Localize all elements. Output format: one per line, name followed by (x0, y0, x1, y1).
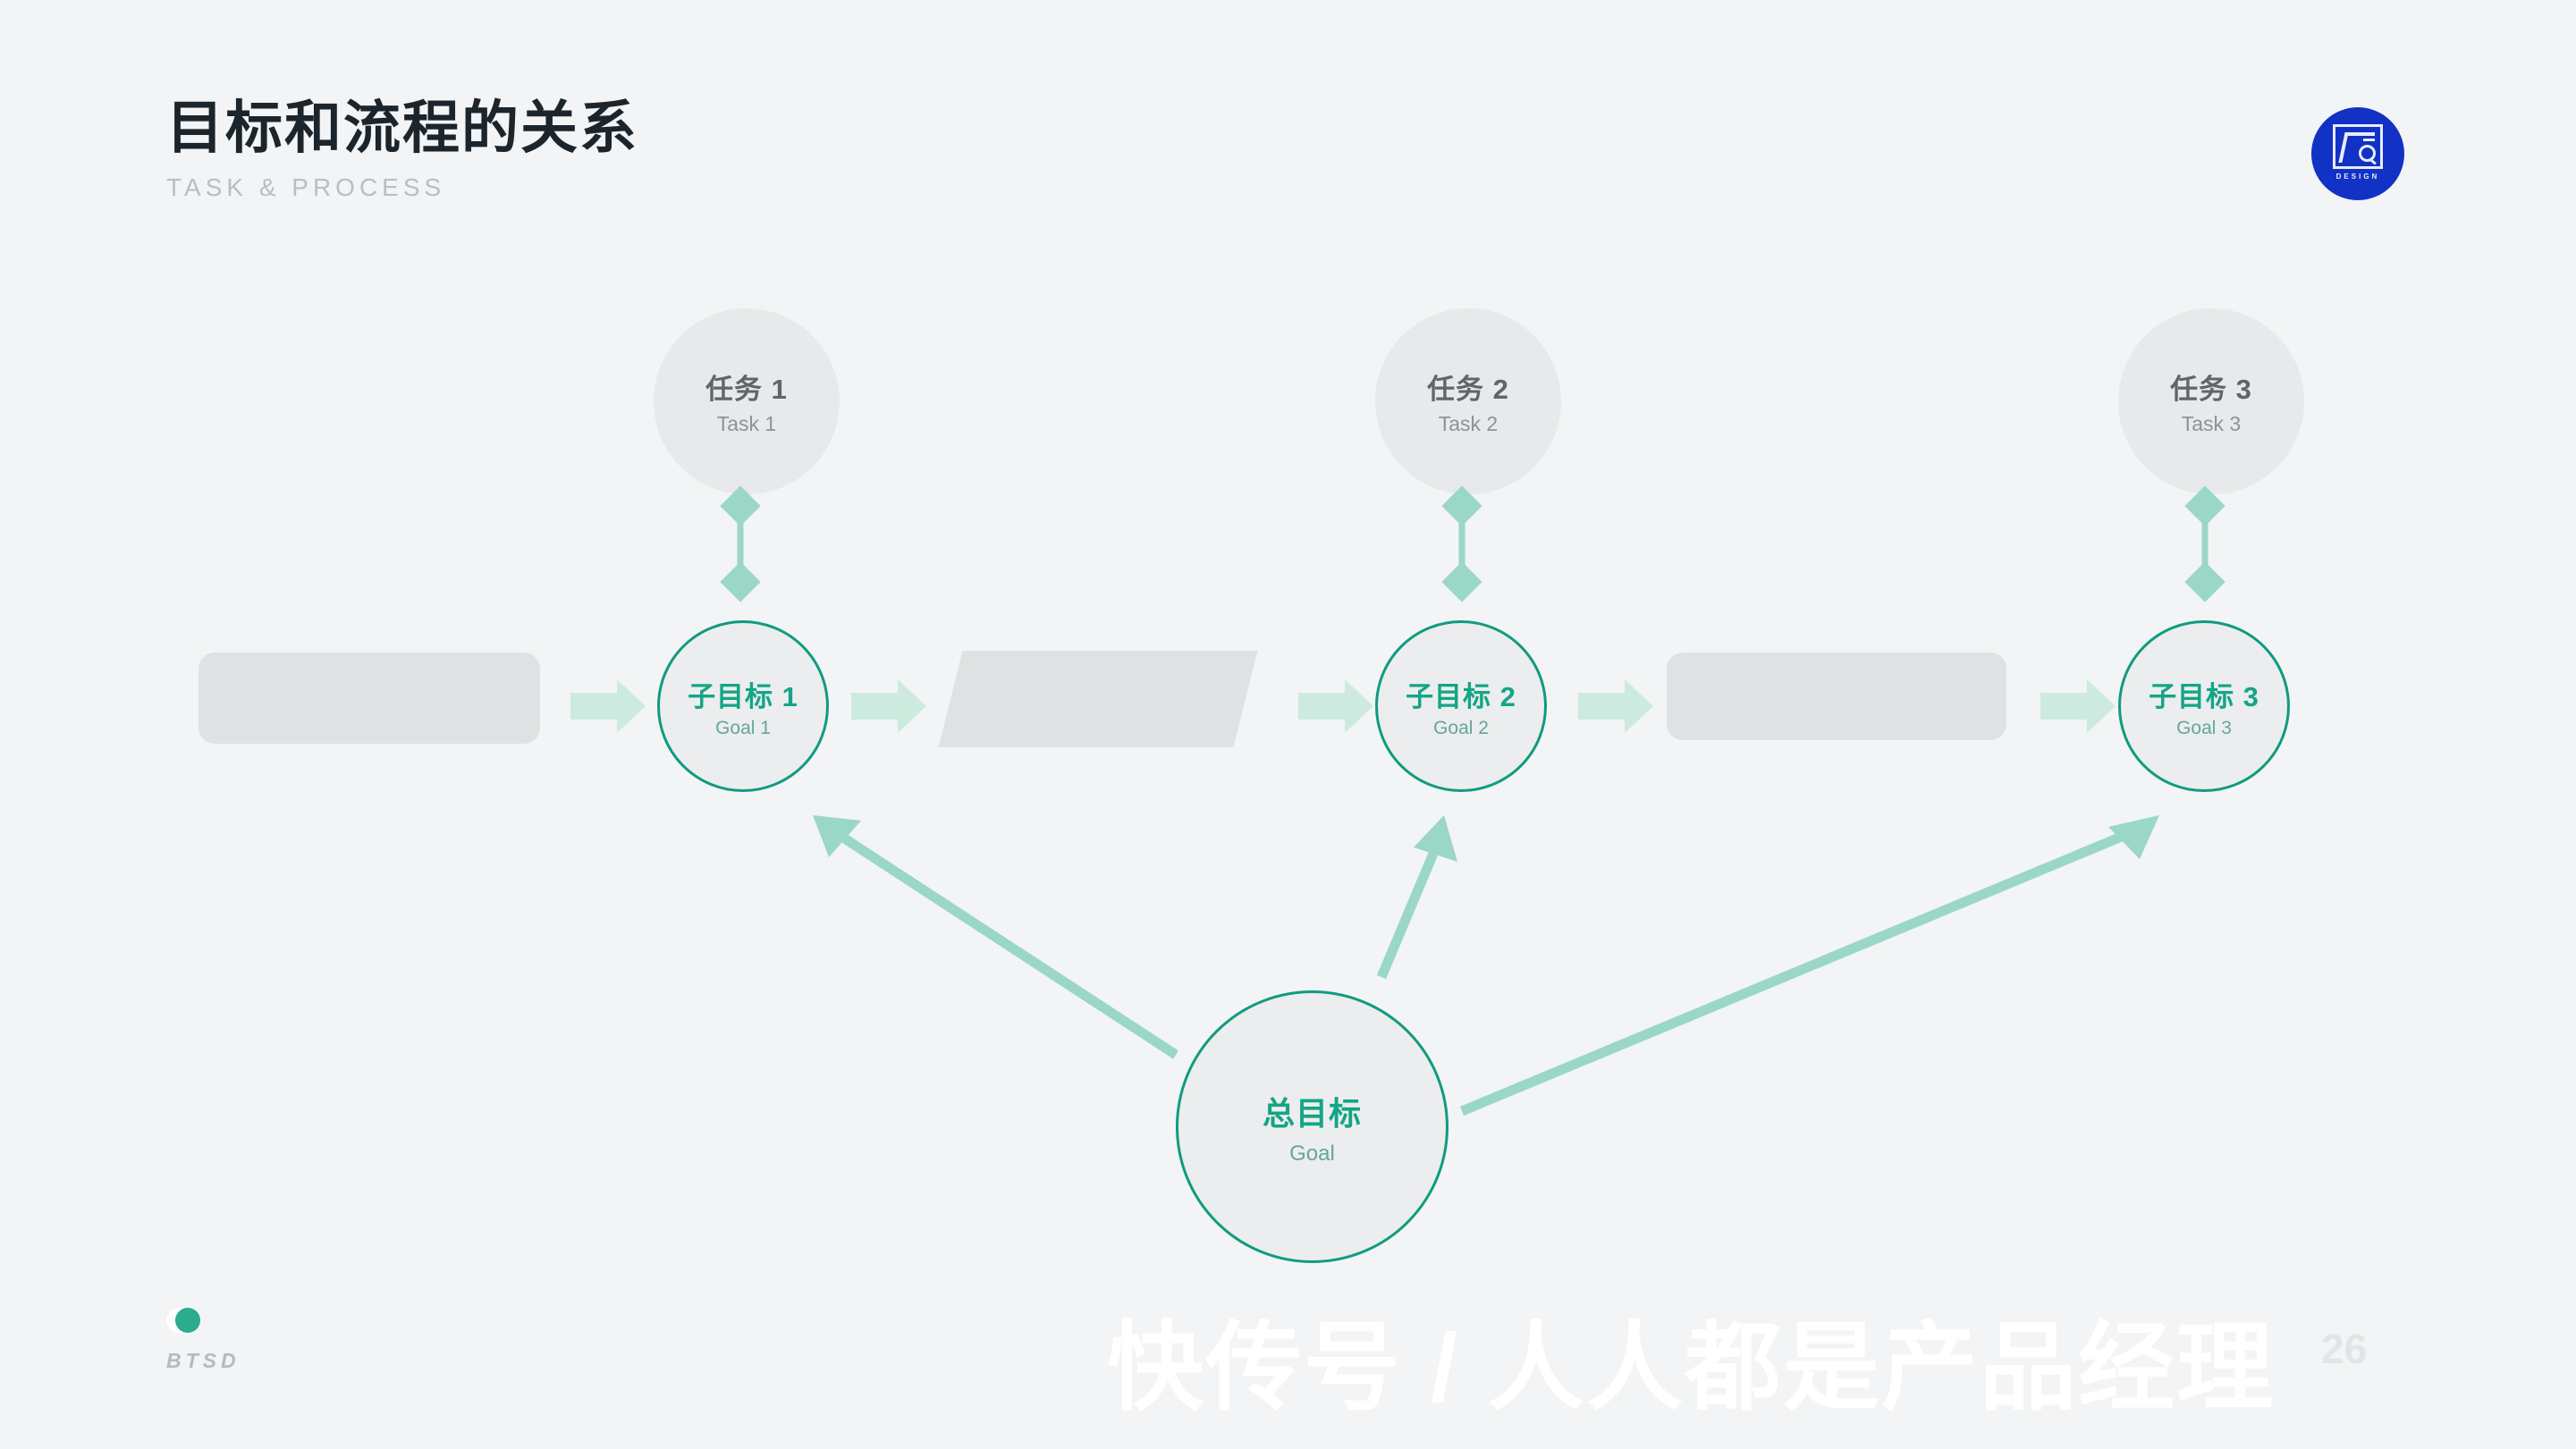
task-label-cn: 任务 3 (2170, 374, 2252, 405)
slide-canvas: 目标和流程的关系 TASK & PROCESS DESIGN 任务 1 Task… (0, 0, 2576, 1449)
process-block-1[interactable] (198, 653, 540, 744)
task-label-en: Task 2 (1438, 412, 1499, 435)
task-label-cn: 任务 2 (1427, 374, 1509, 405)
slide-header: 目标和流程的关系 TASK & PROCESS (166, 97, 638, 202)
task-label-cn: 任务 1 (705, 374, 788, 405)
goal-circle-3[interactable]: 子目标 3 Goal 3 (2118, 620, 2290, 792)
process-block-2[interactable] (938, 651, 1258, 747)
footer-brand-mark: BTSD (166, 1308, 265, 1388)
page-subtitle: TASK & PROCESS (166, 173, 446, 202)
task-circle-1[interactable]: 任务 1 Task 1 (654, 308, 840, 494)
main-goal-circle[interactable]: 总目标 Goal (1176, 990, 1448, 1263)
logo-glyph-bar-top (2357, 132, 2375, 136)
flow-arrow-2 (851, 679, 926, 733)
goal-link-arrow-middle (1376, 815, 1457, 980)
goal-label-cn: 子目标 2 (1406, 680, 1516, 712)
task-label-en: Task 1 (716, 412, 777, 435)
flow-arrow-4 (1578, 679, 1653, 733)
brand-logo-icon: DESIGN (2311, 107, 2404, 200)
task-goal-connector-1 (720, 485, 761, 602)
main-goal-label-en: Goal (1289, 1141, 1335, 1166)
page-number: 26 (2321, 1326, 2368, 1372)
task-circle-3[interactable]: 任务 3 Task 3 (2118, 308, 2304, 494)
goal-label-cn: 子目标 3 (2149, 680, 2259, 712)
logo-glyph-bar-mid (2363, 139, 2375, 141)
task-circle-2[interactable]: 任务 2 Task 2 (1375, 308, 1561, 494)
goal-label-en: Goal 1 (715, 717, 771, 738)
brand-circle-teal-icon (175, 1308, 200, 1333)
goal-circle-1[interactable]: 子目标 1 Goal 1 (657, 620, 829, 792)
watermark-text: 快传号 / 人人都是产品经理 (1107, 1313, 2276, 1421)
logo-inner: DESIGN (2330, 124, 2386, 183)
page-title: 目标和流程的关系 (166, 96, 638, 160)
task-goal-connector-2 (1441, 485, 1482, 602)
goal-label-cn: 子目标 1 (688, 680, 798, 712)
goal-label-en: Goal 2 (1433, 717, 1489, 738)
flow-arrow-5 (2040, 679, 2116, 733)
task-label-en: Task 3 (2181, 412, 2242, 435)
process-block-3[interactable] (1667, 653, 2006, 740)
logo-frame-icon (2333, 124, 2383, 169)
goal-label-en: Goal 3 (2176, 717, 2232, 738)
main-goal-label-cn: 总目标 (1262, 1094, 1362, 1132)
goal-link-arrow-left (813, 815, 1179, 1059)
flow-arrow-1 (570, 679, 646, 733)
flow-arrow-3 (1298, 679, 1373, 733)
logo-glyph-q-tail (2369, 157, 2377, 165)
goal-circle-2[interactable]: 子目标 2 Goal 2 (1375, 620, 1547, 792)
logo-wordmark: DESIGN (2335, 173, 2380, 181)
goal-link-arrow-right (1459, 815, 2159, 1116)
task-goal-connector-3 (2184, 485, 2225, 602)
brand-name: BTSD (166, 1349, 241, 1372)
